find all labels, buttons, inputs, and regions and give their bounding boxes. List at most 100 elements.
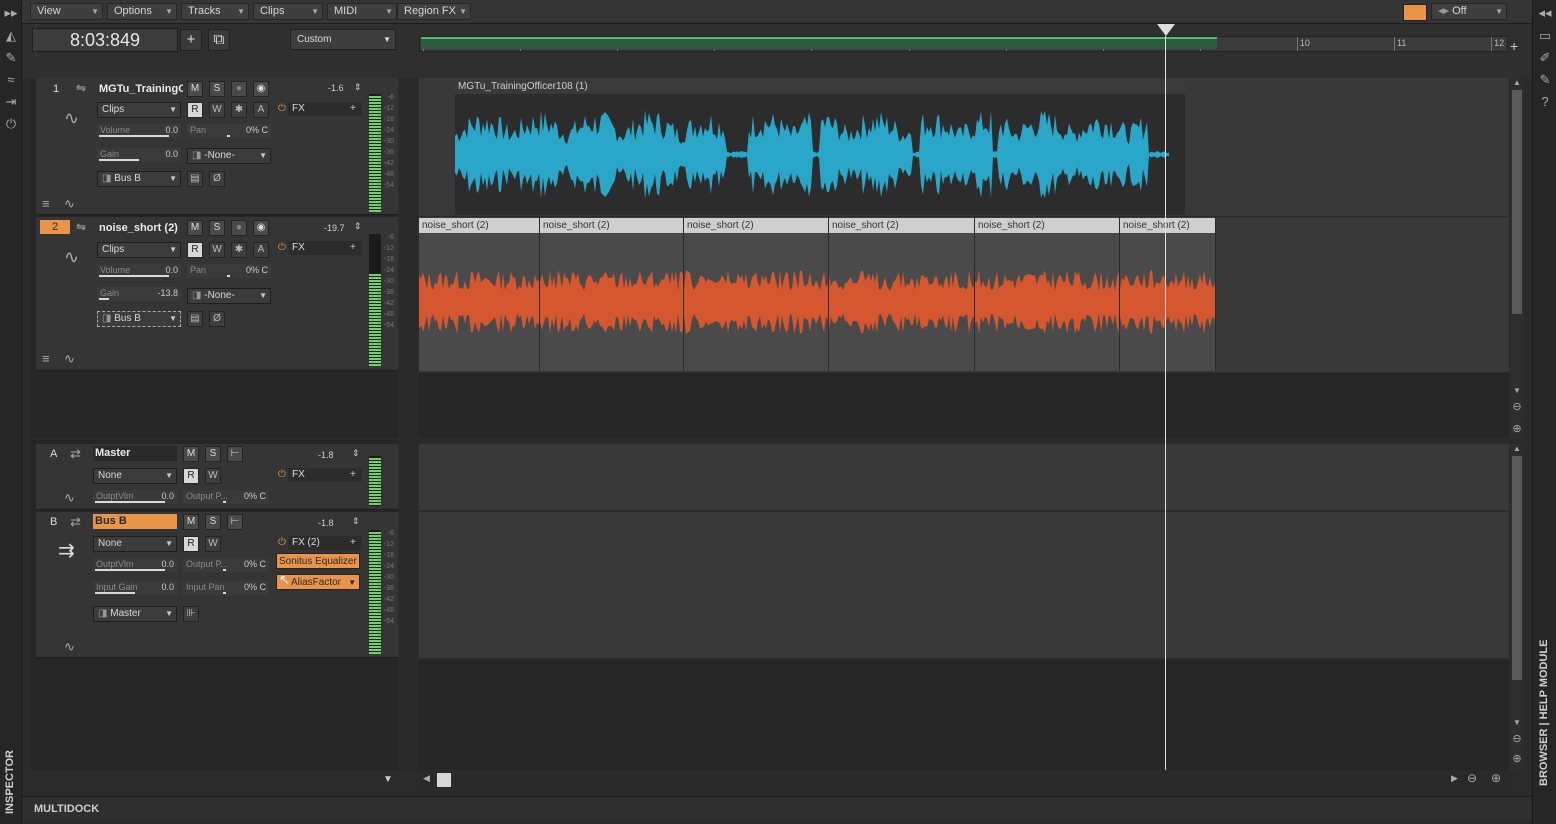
output-pan-slider[interactable]: Output P... 0% C	[183, 490, 269, 504]
power-icon[interactable]: ⏻	[3, 116, 19, 132]
fx-power-icon[interactable]: ⏻	[278, 242, 286, 253]
snap-dropdown[interactable]: ◂▸ Off ▼	[1431, 3, 1507, 20]
input-dropdown[interactable]: ◨ -None- ▼	[187, 148, 271, 164]
h-zoom-out-icon[interactable]: ⊖	[1467, 771, 1477, 785]
scroll-left-icon[interactable]: ◀	[423, 773, 430, 784]
gain-slider[interactable]: Gain 0.0	[97, 148, 181, 162]
smart-tool-icon[interactable]: ◭	[3, 28, 19, 44]
bus-zoom-out-icon[interactable]: ⊖	[1510, 732, 1524, 745]
waveform-tool-icon[interactable]: ≈	[3, 72, 19, 87]
read-automation-button[interactable]: R	[187, 242, 203, 258]
multidock-bar[interactable]: MULTIDOCK	[22, 796, 1532, 820]
bus-scroll-down-icon[interactable]: ▼	[1510, 718, 1524, 727]
bus-name[interactable]: Bus B	[93, 514, 177, 529]
clip-noise-short[interactable]: noise_short (2)	[684, 218, 829, 371]
zoom-in-icon[interactable]: ⊕	[1510, 422, 1524, 435]
menu-tracks[interactable]: Tracks ▼	[181, 3, 249, 20]
menu-region-fx[interactable]: Region FX ▼	[397, 3, 471, 20]
bus-input-dropdown[interactable]: None ▼	[93, 536, 177, 552]
mute-button[interactable]: M	[187, 81, 203, 97]
output-volume-slider[interactable]: OutptVlm 0.0	[93, 558, 177, 572]
pane-dropdown-icon[interactable]: ▼	[383, 774, 393, 785]
track-height-icon[interactable]: ⇕	[354, 82, 362, 93]
scroll-right-icon[interactable]: ▶	[1451, 773, 1458, 784]
empty-track-space[interactable]	[419, 373, 1509, 438]
track-mode-dropdown[interactable]: Clips ▼	[97, 242, 181, 258]
clip-noise-short[interactable]: noise_short (2)	[540, 218, 684, 371]
browser-help-label[interactable]: BROWSER | HELP MODULE	[1538, 640, 1550, 787]
menu-options[interactable]: Options ▼	[107, 3, 177, 20]
playhead-line[interactable]	[1165, 36, 1166, 770]
clip-mgtu-trainingofficer[interactable]: MGTu_TrainingOfficer108 (1)	[455, 79, 1185, 215]
clip-noise-short[interactable]: noise_short (2)	[975, 218, 1120, 371]
bus-vertical-scrollbar[interactable]: ▲ ▼ ⊖ ⊕	[1510, 444, 1524, 770]
input-dropdown[interactable]: ◨ -None- ▼	[187, 288, 271, 304]
archive-button[interactable]: A	[253, 102, 269, 118]
expand-icon[interactable]: ▸▸	[3, 5, 19, 21]
scroll-thumb[interactable]	[1512, 90, 1522, 314]
bus-zoom-in-icon[interactable]: ⊕	[1510, 752, 1524, 765]
empty-bus-space[interactable]	[419, 660, 1509, 770]
sends-icon[interactable]: ▤	[187, 171, 203, 187]
bus-b-header[interactable]: B ⇄ Bus B M S ⊢ -1.8 ⇕ ⇉ None ▼ R W ⏻ FX …	[36, 512, 398, 658]
clip-noise-short[interactable]: noise_short (2)	[1120, 218, 1216, 371]
solo-button[interactable]: S	[205, 446, 221, 462]
collapse-icon[interactable]: ◂◂	[1537, 5, 1553, 21]
track-menu-icon[interactable]: ≡	[42, 196, 50, 211]
bus-scroll-thumb[interactable]	[1512, 456, 1522, 680]
write-automation-button[interactable]: W	[209, 102, 225, 118]
ruler-add-icon[interactable]: +	[1510, 38, 1518, 54]
now-time-clock[interactable]: 8:03:849	[32, 28, 178, 52]
bus-input-dropdown[interactable]: None ▼	[93, 468, 177, 484]
output-dropdown[interactable]: ◨ Bus B ▼	[97, 311, 181, 327]
plugin-sonitus-equalizer[interactable]: Sonitus Equalizer	[276, 553, 360, 569]
view-preset-dropdown[interactable]: Custom ▼	[290, 29, 396, 50]
automation-icon[interactable]: ∿	[64, 639, 75, 655]
scroll-up-icon[interactable]: ▲	[1510, 78, 1524, 87]
bus-a-header[interactable]: A ⇄ Master M S ⊢ -1.8 ⇕ None ▼ R W ⏻ FX +…	[36, 444, 398, 510]
snap-toggle-icon[interactable]	[1403, 4, 1427, 21]
write-automation-button[interactable]: W	[205, 468, 221, 484]
add-fx-icon[interactable]: +	[350, 537, 356, 548]
bus-b-lane[interactable]	[419, 512, 1509, 658]
add-track-button[interactable]: +	[180, 29, 202, 51]
menu-midi[interactable]: MIDI ▼	[327, 3, 397, 20]
track-2-header[interactable]: 2 ⇋ noise_short (2) M S ● ◉ -19.7 ⇕ ∿ Cl…	[36, 217, 398, 371]
note-icon[interactable]: ✎	[1537, 72, 1553, 88]
mute-button[interactable]: M	[183, 446, 199, 462]
fx-power-icon[interactable]: ⏻	[278, 469, 286, 480]
clip-noise-short[interactable]: noise_short (2)	[829, 218, 975, 371]
solo-button[interactable]: S	[209, 220, 225, 236]
read-automation-button[interactable]: R	[183, 536, 199, 552]
stereo-icon[interactable]: ⊪	[183, 606, 199, 622]
input-pan-slider[interactable]: Input Pan 0% C	[183, 581, 269, 595]
inspector-label[interactable]: INSPECTOR	[4, 750, 16, 814]
output-pan-slider[interactable]: Output P... 0% C	[183, 558, 269, 572]
phase-invert-icon[interactable]: Ø	[209, 311, 225, 327]
pan-slider[interactable]: Pan 0% C	[187, 124, 271, 138]
input-echo-button[interactable]: ◉	[253, 81, 269, 97]
pen-icon[interactable]: ✐	[1537, 50, 1553, 66]
duplicate-track-button[interactable]: ⧉	[208, 29, 230, 51]
menu-view[interactable]: View ▼	[30, 3, 103, 20]
read-automation-button[interactable]: R	[183, 468, 199, 484]
volume-slider[interactable]: Volume 0.0	[97, 264, 181, 278]
horizontal-scrollbar[interactable]: ◀ ▶ ⊖ ⊕	[419, 771, 1509, 789]
volume-slider[interactable]: Volume 0.0	[97, 124, 181, 138]
loop-selection-range[interactable]	[421, 37, 1217, 49]
draw-tool-icon[interactable]: ✎	[3, 50, 19, 66]
help-icon[interactable]: ?	[1537, 94, 1553, 109]
solo-button[interactable]: S	[209, 81, 225, 97]
add-fx-icon[interactable]: +	[350, 469, 356, 480]
archive-button[interactable]: A	[253, 242, 269, 258]
output-volume-slider[interactable]: OutptVlm 0.0	[93, 490, 177, 504]
track-menu-icon[interactable]: ≡	[42, 351, 50, 366]
input-echo-button[interactable]: ◉	[253, 220, 269, 236]
track-name[interactable]: noise_short (2)	[99, 222, 183, 234]
add-fx-icon[interactable]: +	[350, 103, 356, 114]
track-height-icon[interactable]: ⇕	[354, 221, 362, 232]
track-mode-dropdown[interactable]: Clips ▼	[97, 102, 181, 118]
folder-icon[interactable]: ▭	[1537, 28, 1553, 44]
solo-button[interactable]: S	[205, 514, 221, 530]
mute-button[interactable]: M	[187, 220, 203, 236]
